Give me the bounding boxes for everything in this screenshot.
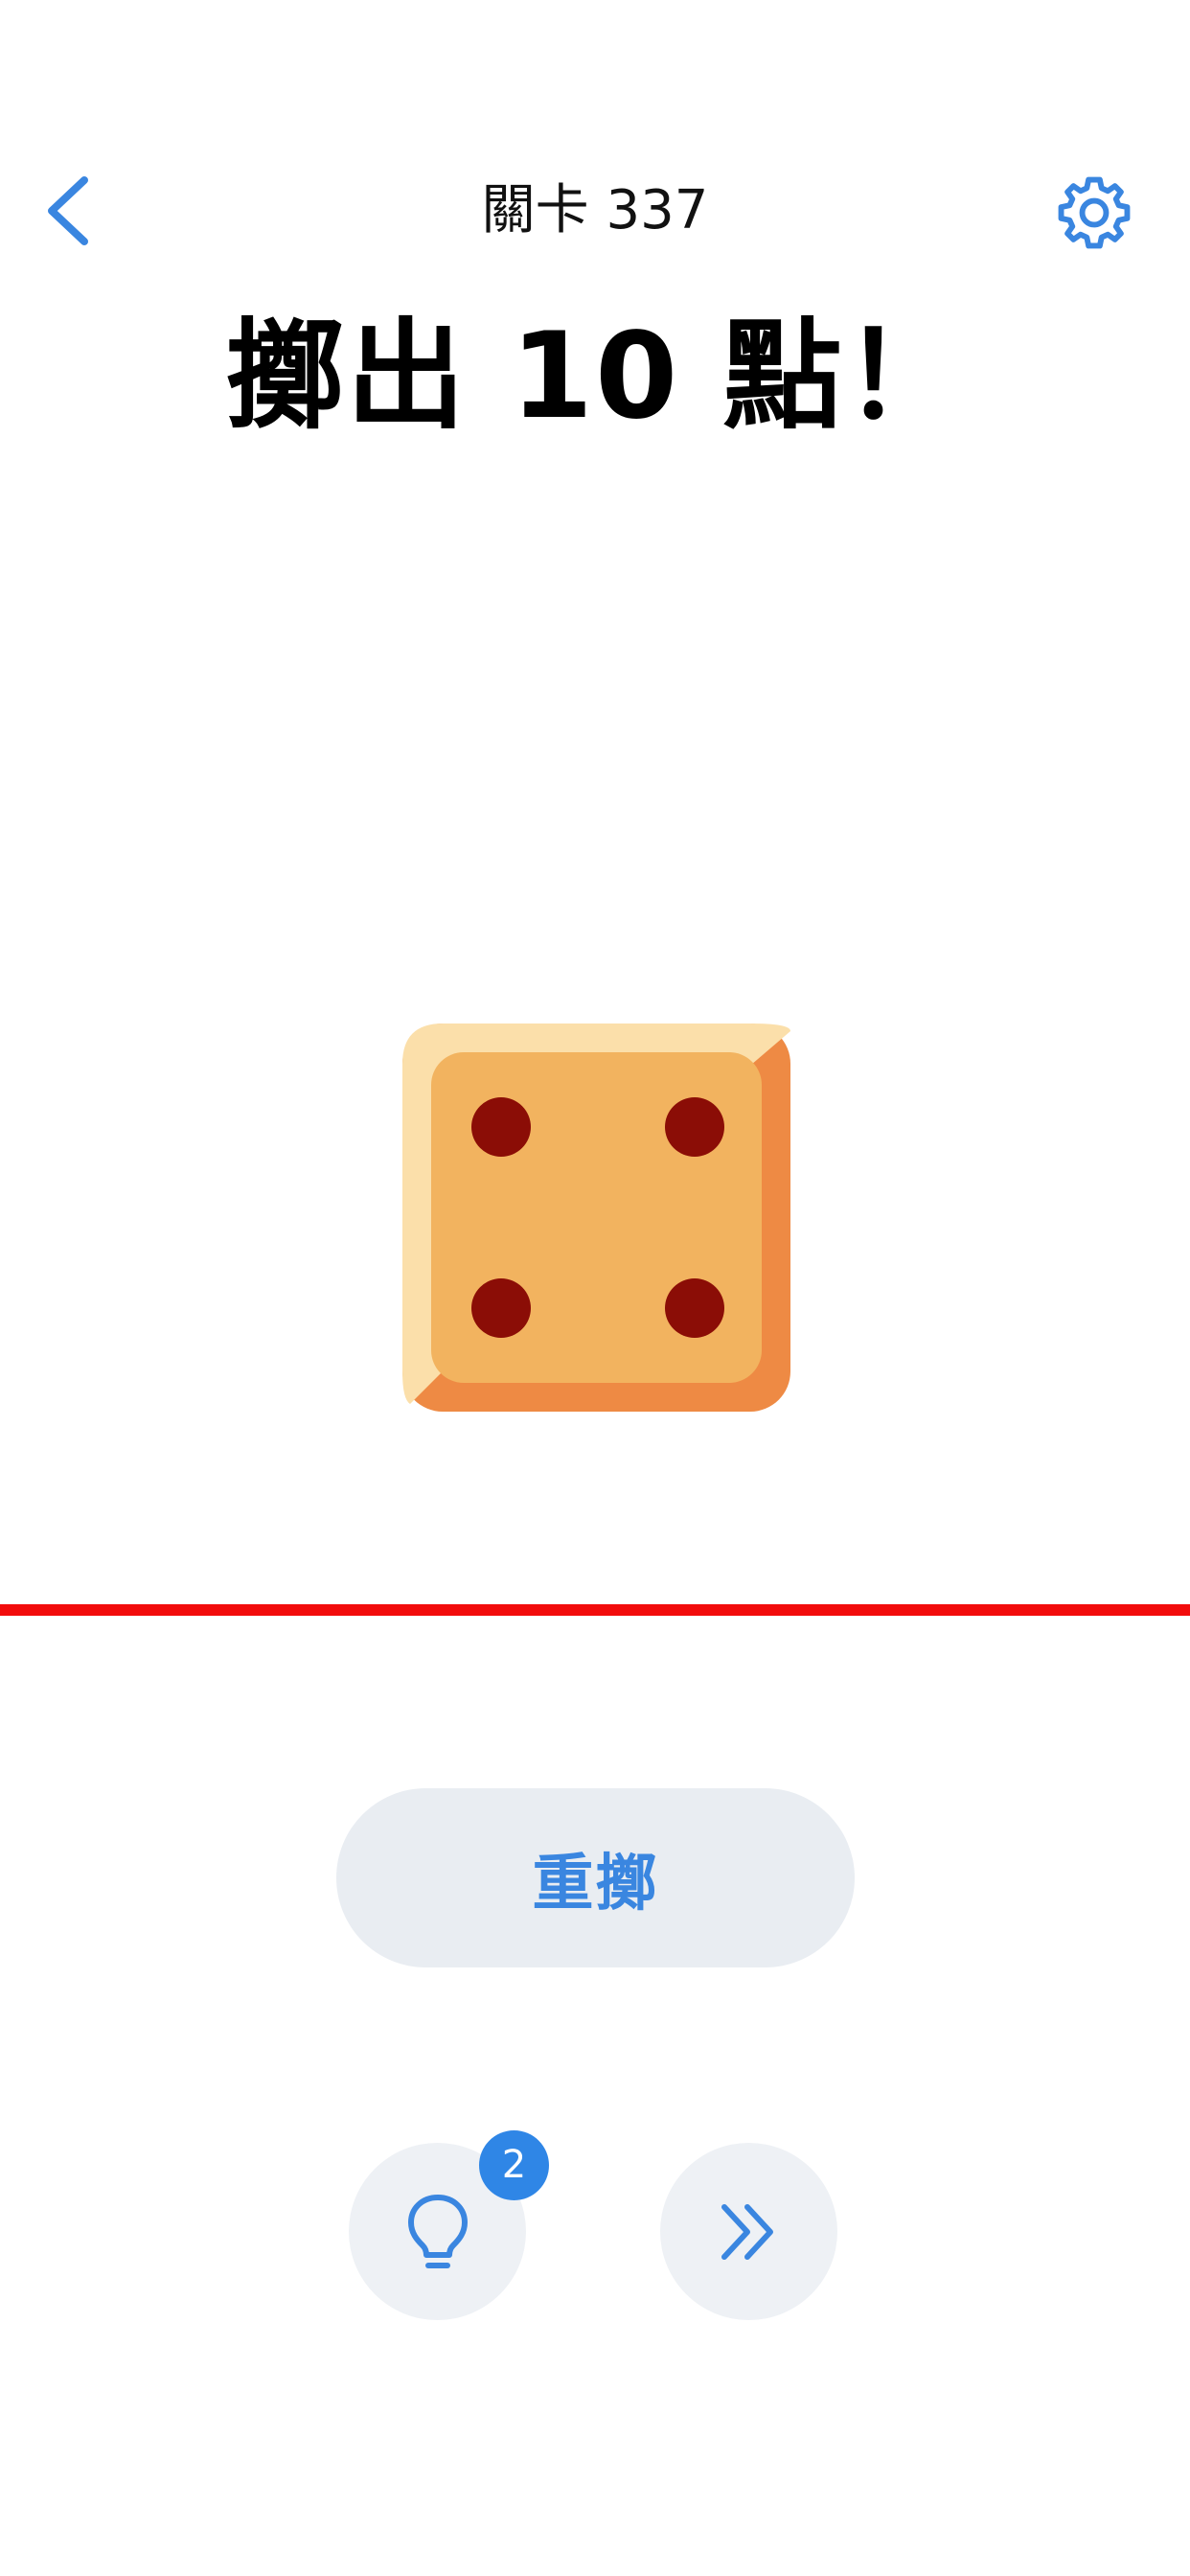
die-face-four [402,1024,790,1412]
die[interactable] [402,1024,790,1412]
level-title: 關卡 337 [481,179,709,242]
lightbulb-icon [407,2194,468,2268]
gear-icon [1058,176,1131,249]
die-pip [665,1278,724,1338]
die-pip [471,1278,531,1338]
target-line [0,1604,1190,1616]
header-bar: 關卡 337 [0,163,1190,259]
double-chevron-right-icon [721,2203,773,2260]
die-pip [665,1097,724,1157]
die-pip [471,1097,531,1157]
reroll-label: 重擲 [532,1848,659,1920]
settings-button[interactable] [1052,171,1136,255]
hint-count-badge: 2 [479,2130,549,2200]
reroll-button[interactable]: 重擲 [336,1788,855,1967]
skip-button[interactable] [660,2143,837,2320]
objective-title: 擲出 10 點！ [225,308,965,446]
